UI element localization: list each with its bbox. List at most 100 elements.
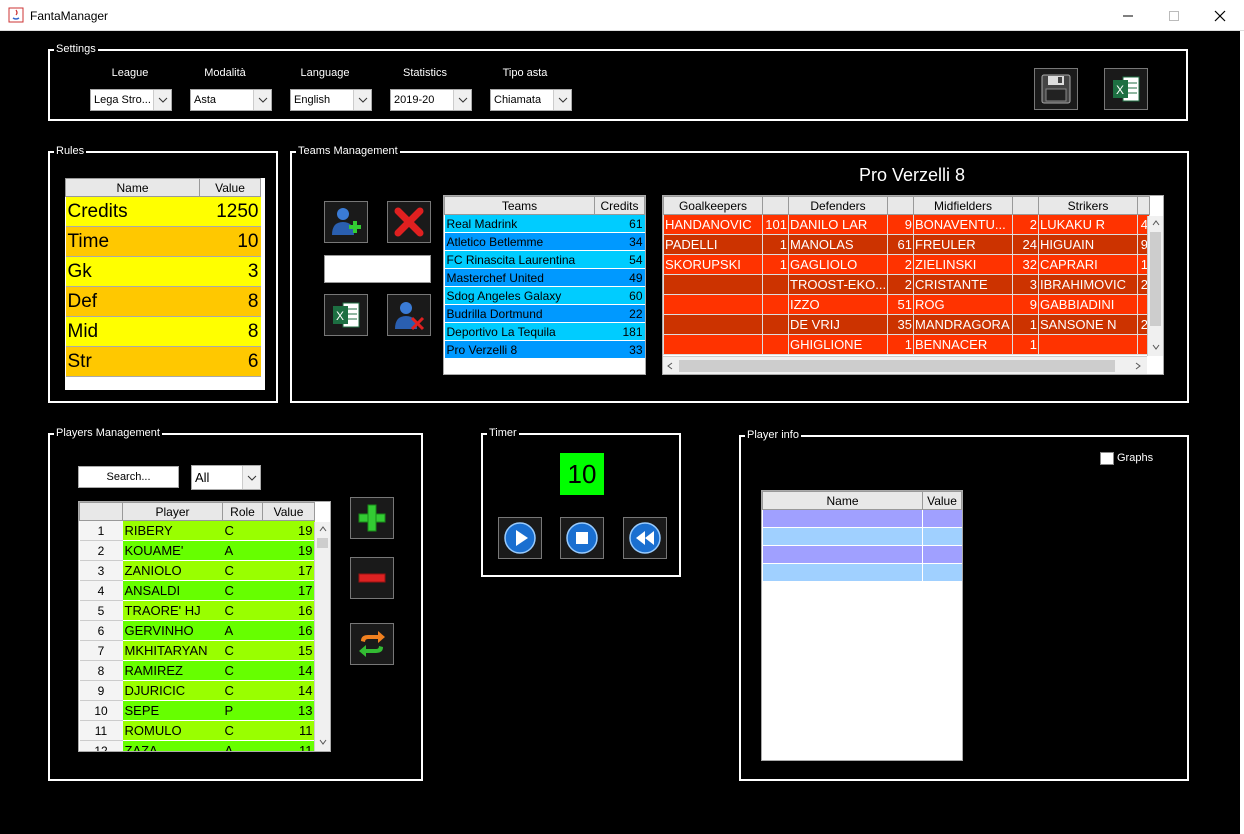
team-credits-cell[interactable]: 54: [594, 250, 645, 269]
player-name-cell[interactable]: ROMULO: [122, 720, 223, 741]
rule-name-cell[interactable]: Def: [65, 286, 200, 317]
rules-row[interactable]: Credits 1250: [65, 196, 261, 227]
rule-name-cell[interactable]: Time: [65, 226, 200, 257]
roster-row[interactable]: GHIGLIONE 1 BENNACER 1: [663, 334, 1150, 355]
team-credits-cell[interactable]: 49: [594, 268, 645, 287]
player-role-cell[interactable]: A: [222, 540, 263, 561]
statistics-select[interactable]: 2019-20: [390, 89, 472, 111]
remove-player-from-team-button[interactable]: [387, 294, 431, 336]
player-role-cell[interactable]: C: [222, 640, 263, 661]
team-name-cell[interactable]: Deportivo La Tequila: [444, 322, 595, 341]
team-name-cell[interactable]: FC Rinascita Laurentina: [444, 250, 595, 269]
minimize-button[interactable]: [1105, 0, 1151, 31]
scroll-right-icon[interactable]: [1135, 362, 1141, 370]
player-row[interactable]: 10 SEPE P 13: [79, 700, 315, 721]
player-value-cell[interactable]: 13: [262, 700, 315, 721]
info-row[interactable]: [762, 527, 962, 546]
info-row[interactable]: [762, 509, 962, 528]
player-row[interactable]: 2 KOUAME' A 19: [79, 540, 315, 561]
roster-price-cell[interactable]: 3: [1012, 274, 1039, 295]
role-filter-select[interactable]: All: [191, 465, 261, 490]
roster-price-cell[interactable]: 24: [1012, 234, 1039, 255]
search-input[interactable]: Search...: [78, 466, 179, 488]
roster-price-cell[interactable]: 35: [887, 314, 914, 335]
info-value-cell[interactable]: [922, 563, 962, 582]
export-excel-button[interactable]: X: [1104, 68, 1148, 110]
player-name-cell[interactable]: GERVINHO: [122, 620, 223, 641]
remove-player-button[interactable]: [350, 557, 394, 599]
roster-player-cell[interactable]: IBRAHIMOVIC: [1038, 274, 1138, 295]
team-credits-cell[interactable]: 34: [594, 232, 645, 251]
team-credits-cell[interactable]: 22: [594, 304, 645, 323]
roster-price-cell[interactable]: 1: [887, 334, 914, 355]
roster-price-cell[interactable]: 2: [887, 254, 914, 275]
player-row[interactable]: 3 ZANIOLO C 17: [79, 560, 315, 581]
info-value-cell[interactable]: [922, 527, 962, 546]
rule-name-cell[interactable]: Str: [65, 346, 200, 377]
player-row[interactable]: 9 DJURICIC C 14: [79, 680, 315, 701]
delete-team-button[interactable]: [387, 201, 431, 243]
player-name-cell[interactable]: ZAZA: [122, 740, 223, 751]
player-value-cell[interactable]: 16: [262, 600, 315, 621]
player-role-cell[interactable]: C: [222, 580, 263, 601]
player-index-cell[interactable]: 6: [79, 620, 123, 641]
roster-col-header[interactable]: Goalkeepers: [663, 196, 763, 215]
language-select[interactable]: English: [290, 89, 372, 111]
roster-col-header[interactable]: [1012, 196, 1039, 215]
info-col-name[interactable]: Name: [762, 491, 923, 510]
players-vertical-scrollbar[interactable]: [314, 522, 330, 751]
rewind-button[interactable]: [623, 517, 667, 559]
player-name-cell[interactable]: RAMIREZ: [122, 660, 223, 681]
new-team-input[interactable]: [324, 255, 431, 283]
rules-col-name[interactable]: Name: [65, 178, 200, 197]
team-row[interactable]: Deportivo La Tequila 181: [444, 322, 645, 341]
player-role-cell[interactable]: C: [222, 660, 263, 681]
roster-price-cell[interactable]: 1: [1012, 314, 1039, 335]
player-index-cell[interactable]: 2: [79, 540, 123, 561]
player-index-cell[interactable]: 5: [79, 600, 123, 621]
rule-name-cell[interactable]: Gk: [65, 256, 200, 287]
roster-col-header[interactable]: Defenders: [788, 196, 888, 215]
rule-value-cell[interactable]: 8: [199, 316, 261, 347]
roster-col-header[interactable]: [762, 196, 789, 215]
rule-value-cell[interactable]: 10: [199, 226, 261, 257]
close-button[interactable]: [1197, 0, 1243, 31]
player-role-cell[interactable]: C: [222, 520, 263, 541]
teams-col-credits[interactable]: Credits: [594, 196, 645, 215]
team-name-cell[interactable]: Real Madrink: [444, 214, 595, 233]
rules-row[interactable]: Gk 3: [65, 256, 261, 287]
roster-price-cell[interactable]: 32: [1012, 254, 1039, 275]
roster-player-cell[interactable]: MANOLAS: [788, 234, 888, 255]
team-name-cell[interactable]: Budrilla Dortmund: [444, 304, 595, 323]
play-button[interactable]: [498, 517, 542, 559]
roster-col-header[interactable]: Midfielders: [913, 196, 1013, 215]
player-value-cell[interactable]: 11: [262, 720, 315, 741]
roster-player-cell[interactable]: ZIELINSKI: [913, 254, 1013, 275]
league-select[interactable]: Lega Stro...: [90, 89, 172, 111]
rules-row[interactable]: Str 6: [65, 346, 261, 377]
team-credits-cell[interactable]: 60: [594, 286, 645, 305]
roster-vertical-scrollbar[interactable]: [1147, 216, 1163, 356]
roster-player-cell[interactable]: [663, 314, 763, 335]
team-row[interactable]: Masterchef United 49: [444, 268, 645, 287]
player-name-cell[interactable]: ANSALDI: [122, 580, 223, 601]
roster-player-cell[interactable]: [663, 274, 763, 295]
player-role-cell[interactable]: P: [222, 700, 263, 721]
add-team-button[interactable]: [324, 201, 368, 243]
roster-price-cell[interactable]: 1: [762, 254, 789, 275]
info-value-cell[interactable]: [922, 545, 962, 564]
rule-value-cell[interactable]: 6: [199, 346, 261, 377]
scroll-up-icon[interactable]: [319, 526, 327, 532]
scroll-thumb[interactable]: [317, 538, 328, 548]
player-value-cell[interactable]: 15: [262, 640, 315, 661]
roster-price-cell[interactable]: 9: [1012, 294, 1039, 315]
swap-player-button[interactable]: [350, 623, 394, 665]
player-row[interactable]: 1 RIBERY C 19: [79, 520, 315, 541]
player-index-cell[interactable]: 1: [79, 520, 123, 541]
roster-player-cell[interactable]: GHIGLIONE: [788, 334, 888, 355]
auction-type-select[interactable]: Chiamata: [490, 89, 572, 111]
players-col-player[interactable]: Player: [122, 502, 223, 521]
roster-horizontal-scrollbar[interactable]: [663, 356, 1147, 374]
team-credits-cell[interactable]: 33: [594, 340, 645, 359]
team-row[interactable]: Atletico Betlemme 34: [444, 232, 645, 251]
